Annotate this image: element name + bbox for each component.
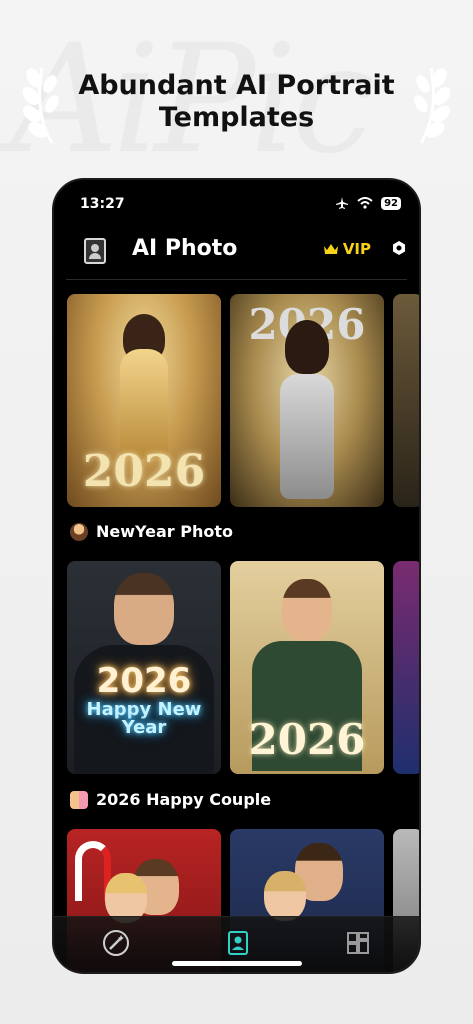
headline-line-1: Abundant AI Portrait <box>78 70 395 101</box>
carousel-row-newyear: 2026 Happy New Year 2026 <box>67 561 419 774</box>
marketing-headline: Abundant AI Portrait Templates <box>0 70 473 134</box>
airplane-icon <box>336 197 349 209</box>
bottom-tab-bar <box>54 916 419 972</box>
wifi-icon <box>357 197 373 209</box>
section-title: 2026 Happy Couple <box>96 790 272 809</box>
magic-wand-icon[interactable] <box>102 929 130 957</box>
couple-emoji-icon <box>70 790 88 809</box>
avatar-icon[interactable] <box>84 238 106 264</box>
status-icons: 92 <box>335 196 401 210</box>
section-header-newyear: NewYear Photo <box>70 522 233 541</box>
card-number: 2026 <box>248 715 366 764</box>
app-title: AI Photo <box>132 236 238 261</box>
template-card-peek[interactable] <box>393 561 419 774</box>
template-card[interactable]: 2026 <box>230 294 384 507</box>
grid-icon[interactable] <box>344 929 372 957</box>
neon-year: 2026 <box>96 661 192 701</box>
portrait-icon[interactable] <box>224 929 252 957</box>
person-emoji-icon <box>70 522 88 541</box>
section-header-couple: 2026 Happy Couple <box>70 790 271 809</box>
vip-button[interactable]: VIP <box>323 240 371 258</box>
crown-icon <box>323 244 338 254</box>
template-card[interactable]: 2026 <box>230 561 384 774</box>
card-number: 2026 <box>82 446 206 497</box>
template-card[interactable]: 2026 <box>67 294 221 507</box>
section-title: NewYear Photo <box>96 522 233 541</box>
header-divider <box>66 279 407 280</box>
neon-year-word: Year <box>121 717 167 738</box>
status-time: 13:27 <box>80 196 125 212</box>
phone-frame: 13:27 92 AI Photo VIP 2026 2026 <box>52 178 421 974</box>
status-bar: 13:27 92 <box>80 196 401 216</box>
app-bar: AI Photo VIP <box>54 230 419 274</box>
template-card-peek[interactable] <box>393 294 419 507</box>
home-indicator <box>171 961 302 966</box>
vip-label: VIP <box>342 240 371 258</box>
template-card[interactable]: 2026 Happy New Year <box>67 561 221 774</box>
settings-icon[interactable] <box>391 240 407 256</box>
battery-icon: 92 <box>381 196 401 210</box>
headline-line-2: Templates <box>158 102 315 133</box>
carousel-row-featured: 2026 2026 <box>67 294 419 507</box>
